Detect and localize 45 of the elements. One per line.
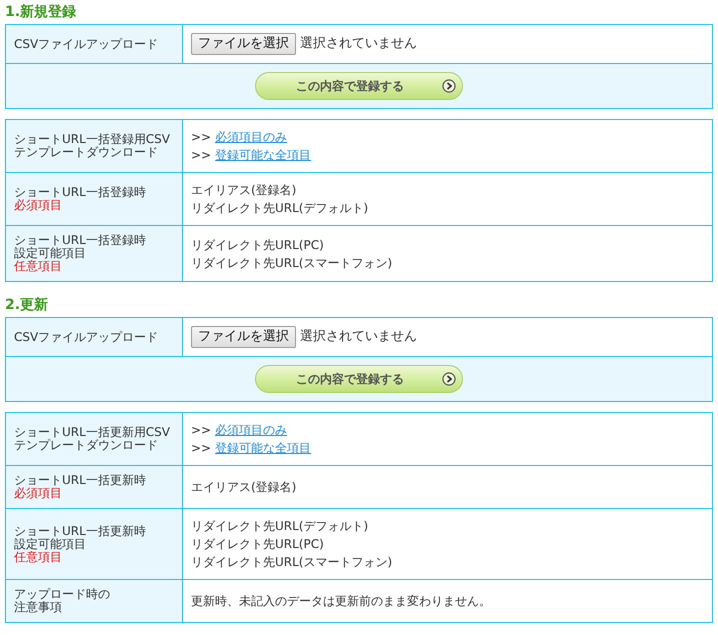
row-label: アップロード時の xyxy=(14,588,111,601)
row-label: 設定可能項目 xyxy=(14,247,87,260)
download-link[interactable]: 必須項目のみ xyxy=(215,423,288,437)
row-label: テンプレートダウンロード xyxy=(14,439,159,452)
section-heading: 2.更新 xyxy=(5,296,50,314)
value-text: エイリアス(登録名) xyxy=(191,479,298,496)
download-link[interactable]: 登録可能な全項目 xyxy=(215,441,312,455)
row-label: ショートURL一括更新時 xyxy=(14,524,147,538)
value-text: リダイレクト先URL(スマートフォン) xyxy=(191,254,394,272)
row-label: 注意事項 xyxy=(14,601,63,614)
download-link[interactable]: 登録可能な全項目 xyxy=(215,148,312,162)
section-heading: 1.新規登録 xyxy=(5,3,78,21)
row-label: 設定可能項目 xyxy=(14,538,87,550)
value-text: リダイレクト先URL(PC) xyxy=(191,536,325,553)
file-select-button[interactable]: ファイルを選択 xyxy=(191,326,296,348)
arrow-circle-icon xyxy=(442,372,456,386)
required-note: 必須項目 xyxy=(14,487,63,500)
link-prefix: >> xyxy=(191,130,212,144)
required-note: 任意項目 xyxy=(14,260,63,273)
required-note: 必須項目 xyxy=(14,199,63,212)
label-cell: CSVファイルアップロード xyxy=(6,24,182,64)
link-prefix: >> xyxy=(191,441,212,455)
row-label: ショートURL一括更新用CSV xyxy=(14,426,172,439)
row-label: テンプレートダウンロード xyxy=(14,146,159,159)
file-status: 選択されていません xyxy=(300,36,417,51)
value-text: リダイレクト先URL(デフォルト) xyxy=(191,200,370,217)
submit-button[interactable]: この内容で登録する xyxy=(255,72,463,100)
file-select-button[interactable]: ファイルを選択 xyxy=(191,33,296,55)
value-text: リダイレクト先URL(PC) xyxy=(191,236,325,254)
value-text: エイリアス(登録名) xyxy=(191,182,298,199)
download-link[interactable]: 必須項目のみ xyxy=(215,130,288,144)
row-label: ショートURL一括登録時 xyxy=(14,186,147,199)
value-text: リダイレクト先URL(デフォルト) xyxy=(191,518,370,535)
row-label: ショートURL一括登録時 xyxy=(14,234,147,247)
row-label: ショートURL一括登録用CSV xyxy=(14,133,172,146)
value-text: 更新時、未記入のデータは更新前のまま変わりません。 xyxy=(191,593,492,610)
arrow-circle-icon xyxy=(442,79,456,93)
label-cell: CSVファイルアップロード xyxy=(6,318,182,356)
required-note: 任意項目 xyxy=(14,550,62,564)
file-status: 選択されていません xyxy=(300,329,417,344)
link-prefix: >> xyxy=(191,423,212,437)
submit-button[interactable]: この内容で登録する xyxy=(255,365,463,393)
link-prefix: >> xyxy=(191,148,212,162)
row-label: ショートURL一括更新時 xyxy=(14,474,147,487)
value-text: リダイレクト先URL(スマートフォン) xyxy=(191,554,394,571)
